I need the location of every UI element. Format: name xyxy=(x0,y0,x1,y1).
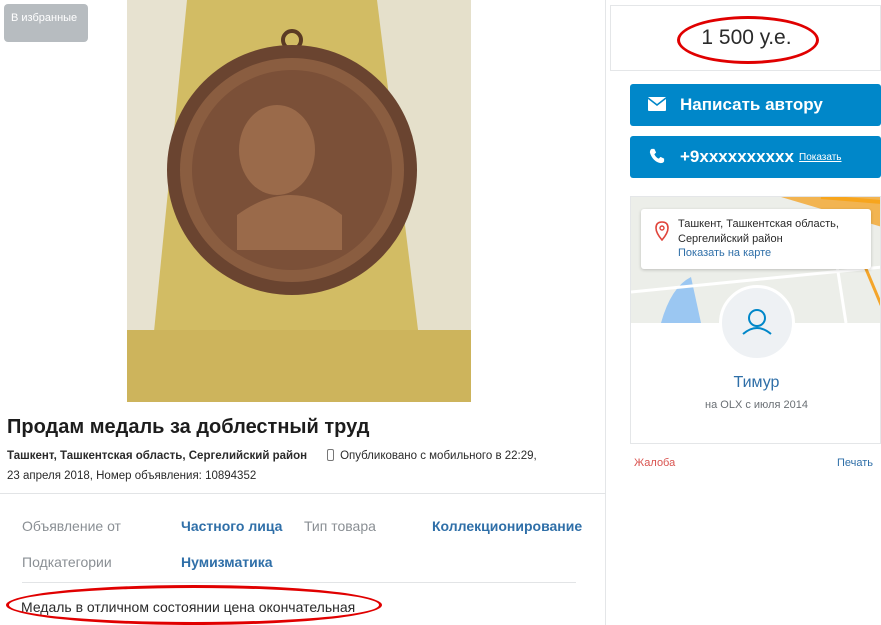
phone-number-masked: +9xxxxxxxxxx xyxy=(680,147,794,166)
seller-since: на OLX с июля 2014 xyxy=(705,399,808,411)
product-type-label: Тип товара xyxy=(304,518,376,534)
published-mobile-text: Опубликовано с мобильного xyxy=(340,450,493,462)
favorites-label: В избранные xyxy=(11,12,78,24)
seller-card: Ташкент, Ташкентская область, Сергелийск… xyxy=(630,196,881,444)
add-to-favorites-button[interactable]: В избранные xyxy=(4,4,88,42)
mail-icon xyxy=(648,97,666,111)
product-type-value[interactable]: Коллекционирование xyxy=(432,518,582,534)
divider xyxy=(22,582,576,583)
subcategory-value[interactable]: Нумизматика xyxy=(181,554,273,570)
divider xyxy=(0,493,606,494)
offer-from-label: Объявление от xyxy=(22,518,121,534)
address-popup: Ташкент, Ташкентская область, Сергелийск… xyxy=(641,209,871,269)
listing-photo[interactable] xyxy=(127,0,471,402)
mobile-icon xyxy=(327,449,335,461)
price-box: 1 500 у.е. xyxy=(610,5,881,71)
show-on-map-link[interactable]: Показать на карте xyxy=(678,247,771,259)
phone-icon xyxy=(649,148,665,164)
avatar[interactable] xyxy=(719,285,795,361)
listing-location: Ташкент, Ташкентская область, Сергелийск… xyxy=(7,450,308,462)
write-author-label: Написать автору xyxy=(680,95,823,114)
seller-address: Ташкент, Ташкентская область, Сергелийск… xyxy=(678,218,839,245)
published-time: в 22:29, xyxy=(495,450,537,462)
complain-link[interactable]: Жалоба xyxy=(634,457,675,469)
print-link[interactable]: Печать xyxy=(837,457,873,469)
map-pin-icon xyxy=(655,221,669,241)
price: 1 500 у.е. xyxy=(701,26,792,49)
seller-name[interactable]: Тимур xyxy=(631,374,880,392)
subcategory-label: Подкатегории xyxy=(22,554,112,570)
user-icon xyxy=(742,309,772,335)
published-date-and-id: 23 апреля 2018, Номер объявления: 108943… xyxy=(7,470,257,482)
show-phone-link[interactable]: Показать xyxy=(799,152,842,163)
show-phone-button[interactable]: +9xxxxxxxxxx Показать xyxy=(630,136,881,178)
listing-meta: Ташкент, Ташкентская область, Сергелийск… xyxy=(7,446,597,486)
medal-photo-image xyxy=(127,0,471,402)
listing-description: Медаль в отличном состоянии цена окончат… xyxy=(21,599,356,615)
offer-from-value[interactable]: Частного лица xyxy=(181,518,282,534)
listing-column: В избранные Продам медаль за доблестный … xyxy=(0,0,606,625)
write-author-button[interactable]: Написать автору xyxy=(630,84,881,126)
listing-title: Продам медаль за доблестный труд xyxy=(7,416,370,438)
